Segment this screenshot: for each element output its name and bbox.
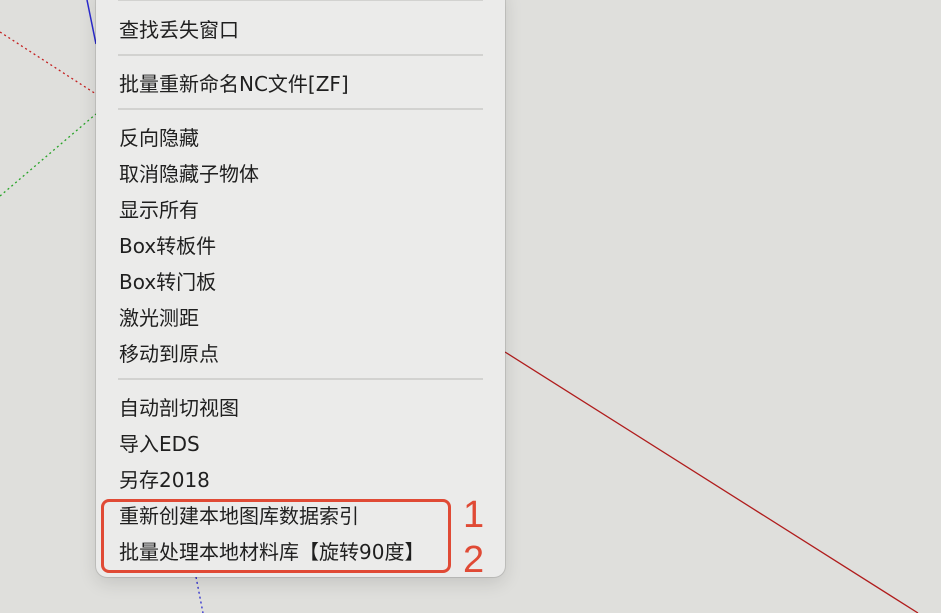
blue-axis-dotted <box>195 576 204 613</box>
annotation-highlight-box <box>101 499 451 573</box>
menu-item-save-as-2018[interactable]: 另存2018 <box>119 464 210 496</box>
menu-item-box-to-panel[interactable]: Box转板件 <box>119 230 216 262</box>
red-axis-dotted <box>0 31 97 95</box>
menu-item-unhide-children[interactable]: 取消隐藏子物体 <box>119 158 259 190</box>
annotation-label-2: 2 <box>463 539 485 581</box>
menu-separator <box>118 54 483 56</box>
menu-item-laser-measure[interactable]: 激光测距 <box>119 302 199 334</box>
menu-item-reverse-hide[interactable]: 反向隐藏 <box>119 122 199 154</box>
menu-item-show-all[interactable]: 显示所有 <box>119 194 199 226</box>
menu-separator <box>118 0 483 1</box>
menu-item-batch-rename-nc[interactable]: 批量重新命名NC文件[ZF] <box>119 68 349 100</box>
red-axis-solid <box>504 351 919 613</box>
menu-item-auto-section-view[interactable]: 自动剖切视图 <box>119 392 239 424</box>
menu-item-move-to-origin[interactable]: 移动到原点 <box>119 338 219 370</box>
context-menu: 查找丢失窗口 批量重新命名NC文件[ZF] 反向隐藏 取消隐藏子物体 显示所有 … <box>96 0 505 577</box>
menu-separator <box>118 108 483 110</box>
blue-axis-solid <box>86 0 97 45</box>
annotation-label-1: 1 <box>463 494 485 536</box>
menu-separator <box>118 378 483 380</box>
green-axis-dotted <box>0 113 97 197</box>
menu-item-import-eds[interactable]: 导入EDS <box>119 428 200 460</box>
menu-item-box-to-door[interactable]: Box转门板 <box>119 266 216 298</box>
menu-item-find-lost-window[interactable]: 查找丢失窗口 <box>119 14 239 46</box>
